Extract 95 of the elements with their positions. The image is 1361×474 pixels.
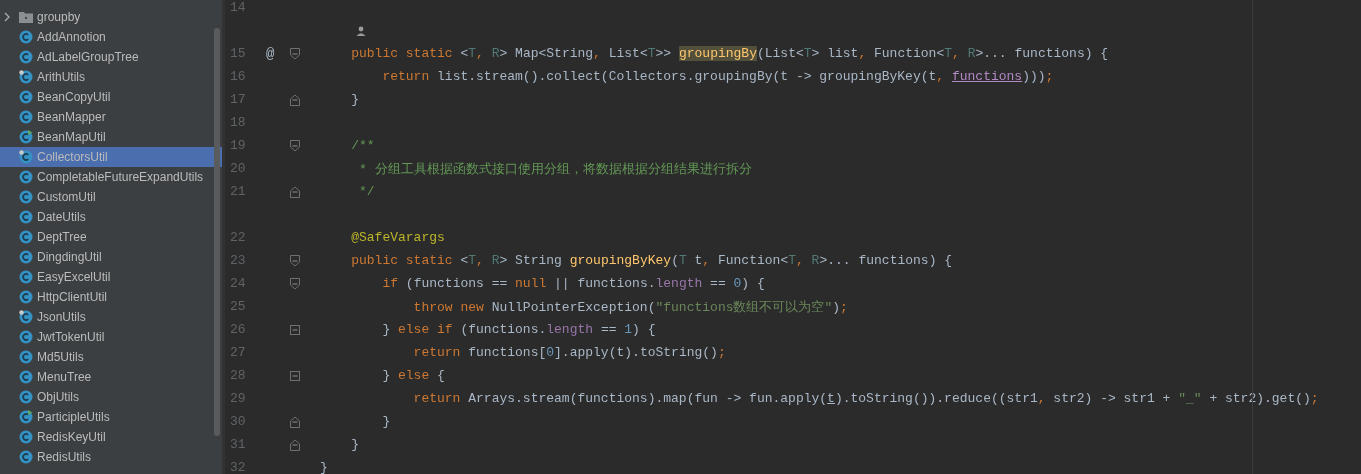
scrollbar[interactable] (214, 28, 220, 436)
code-line: * 分组工具根据函数式接口使用分组，将数据根据分组结果进行拆分 (358, 160, 752, 178)
line-number: 31 (230, 437, 246, 452)
tree-item[interactable]: JwtTokenUtil (0, 327, 222, 347)
tree-item[interactable]: MenuTree (0, 367, 222, 387)
tree-item[interactable]: BeanMapUtil (0, 127, 222, 147)
tree-item[interactable]: RedisUtils (0, 447, 222, 467)
fold-marker-icon[interactable] (290, 277, 300, 290)
tree-item[interactable]: Md5Utils (0, 347, 222, 367)
folder-icon (19, 10, 33, 24)
tree-item[interactable]: BeanMapper (0, 107, 222, 127)
code-line: public static <T, R> Map<String, List<T>> groupingBy(List<T> list, Function<T, R>... functions) { (350, 46, 1109, 61)
line-number: 16 (230, 69, 246, 84)
line-number: 25 (230, 299, 246, 314)
code-line: if (functions == null || functions.length == 0) { (381, 276, 765, 291)
class-run-icon (19, 130, 33, 144)
tree-item[interactable]: HttpClientUtil (0, 287, 222, 307)
line-number: 27 (230, 345, 246, 360)
tree-item[interactable]: CustomUtil (0, 187, 222, 207)
fold-marker-icon[interactable] (290, 93, 300, 106)
line-number: 32 (230, 460, 246, 474)
class-icon (19, 30, 33, 44)
code-line: } (381, 414, 391, 429)
line-number: 30 (230, 414, 246, 429)
tree-item[interactable]: groupby (0, 7, 222, 27)
fold-marker-icon[interactable] (290, 438, 300, 451)
tree-item[interactable]: BeanCopyUtil (0, 87, 222, 107)
line-number: 24 (230, 276, 246, 291)
tree-item[interactable]: EasyExcelUtil (0, 267, 222, 287)
class-icon (19, 110, 33, 124)
code-line: return list.stream().collect(Collectors.groupingBy(t -> groupingByKey(t, functions))); (381, 69, 1054, 84)
line-number: 19 (230, 138, 246, 153)
code-line: } else if (functions.length == 1) { (381, 322, 656, 337)
fold-marker-icon[interactable] (290, 47, 300, 60)
class-icon (19, 170, 33, 184)
tree-item[interactable]: RedisKeyUtil (0, 427, 222, 447)
class-icon (19, 350, 33, 364)
code-line: } else { (381, 368, 445, 383)
line-number: 21 (230, 184, 246, 199)
class-icon (19, 430, 33, 444)
line-number: 29 (230, 391, 246, 406)
class-icon (19, 150, 33, 164)
override-marker[interactable]: @ (266, 45, 275, 62)
class-icon (19, 230, 33, 244)
code-line: } (350, 437, 359, 452)
fold-marker-icon[interactable] (290, 139, 300, 152)
class-icon (19, 290, 33, 304)
person-icon (356, 25, 366, 36)
fold-marker-icon[interactable] (290, 323, 300, 336)
class-icon (19, 250, 33, 264)
class-icon (19, 310, 33, 324)
class-icon (19, 450, 33, 464)
tree-item[interactable]: DeptTree (0, 227, 222, 247)
class-icon (19, 90, 33, 104)
tree-item[interactable]: JsonUtils (0, 307, 222, 327)
chevron-icon[interactable] (3, 12, 11, 22)
class-icon (19, 270, 33, 284)
fold-marker-icon[interactable] (290, 369, 300, 382)
code-line: } (320, 460, 328, 474)
code-line: throw new NullPointerException("functions数组不可以为空"); (412, 298, 848, 316)
tree-item[interactable]: AddAnnotion (0, 27, 222, 47)
tree-item[interactable]: ArithUtils (0, 67, 222, 87)
fold-marker-icon[interactable] (290, 415, 300, 428)
code-line: /** (350, 138, 375, 153)
class-icon (19, 70, 33, 84)
class-icon (19, 50, 33, 64)
line-number: 14 (230, 0, 246, 15)
line-number: 18 (230, 115, 246, 130)
fold-marker-icon[interactable] (290, 254, 300, 267)
fold-marker-icon[interactable] (290, 185, 300, 198)
tree-item[interactable]: AdLabelGroupTree (0, 47, 222, 67)
code-line: */ (358, 184, 375, 199)
code-line: } (350, 92, 359, 107)
code-line: return Arrays.stream(functions).map(fun -> fun.apply(t).toString()).reduce((str1, str2) -> str1 + "_" + str2).get(); (412, 391, 1319, 406)
tree-item[interactable]: DateUtils (0, 207, 222, 227)
line-number: 17 (230, 92, 246, 107)
code-line: @SafeVarargs (350, 230, 445, 245)
tree-item[interactable]: CompletableFutureExpandUtils (0, 167, 222, 187)
code-line: public static <T, R> String groupingByKey(T t, Function<T, R>... functions) { (350, 253, 953, 268)
tree-item[interactable]: DingdingUtil (0, 247, 222, 267)
line-number: 28 (230, 368, 246, 383)
class-icon (19, 370, 33, 384)
line-number: 22 (230, 230, 246, 245)
line-number: 23 (230, 253, 246, 268)
tree-item[interactable]: ObjUtils (0, 387, 222, 407)
class-icon (19, 190, 33, 204)
class-run-icon (19, 410, 33, 424)
line-number: 26 (230, 322, 246, 337)
line-number: 15 (230, 46, 246, 61)
code-line: return functions[0].apply(t).toString(); (412, 345, 726, 360)
line-number: 20 (230, 161, 246, 176)
class-icon (19, 210, 33, 224)
class-icon (19, 390, 33, 404)
tree-item[interactable]: ParticipleUtils (0, 407, 222, 427)
class-icon (19, 330, 33, 344)
